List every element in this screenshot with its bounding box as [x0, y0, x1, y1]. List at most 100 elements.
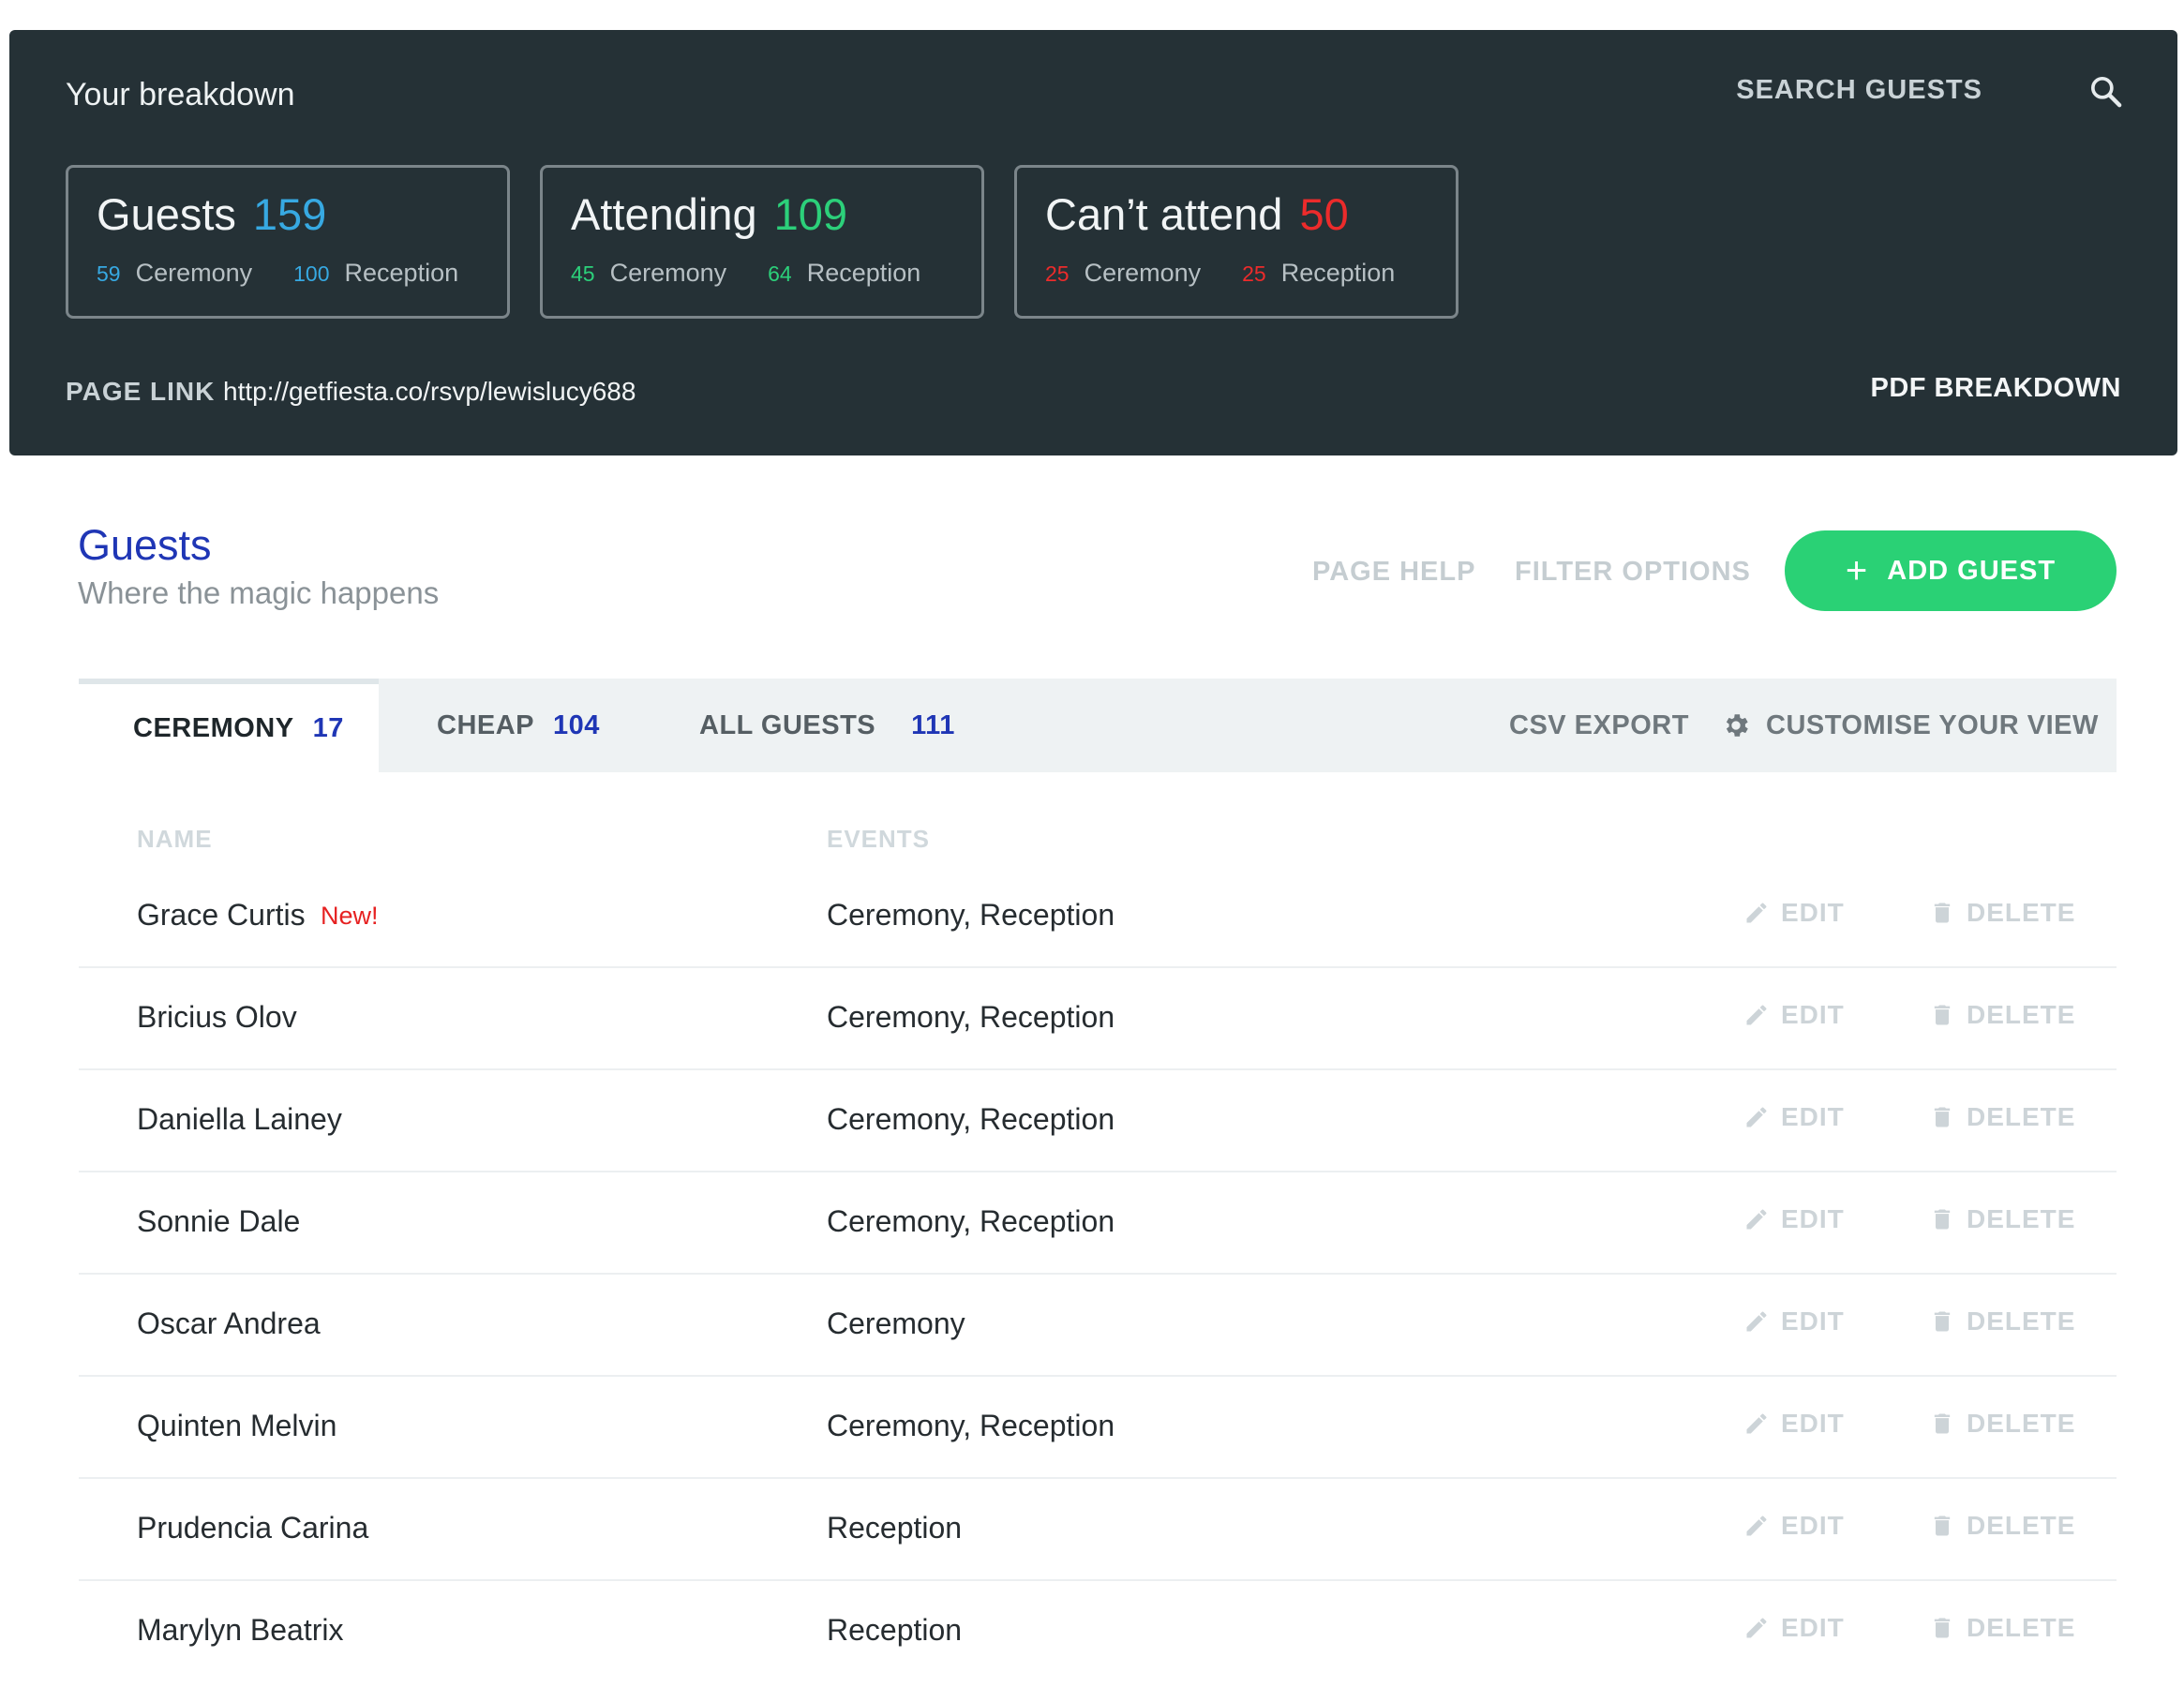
- trash-icon: [1934, 1413, 1951, 1434]
- search-guests-link[interactable]: SEARCH GUESTS: [1736, 75, 1982, 106]
- csv-export-button[interactable]: CSV EXPORT: [1509, 679, 1689, 772]
- delete-label: DELETE: [1967, 898, 2076, 927]
- tab-ceremony[interactable]: CEREMONY 17: [79, 679, 379, 772]
- delete-button[interactable]: DELETE: [1929, 1409, 2075, 1439]
- stat-card-count: 50: [1299, 189, 1349, 239]
- delete-label: DELETE: [1967, 1409, 2076, 1438]
- stat-card-title: Attending: [571, 189, 757, 239]
- trash-icon: [1934, 1515, 1951, 1536]
- edit-button[interactable]: EDIT: [1743, 898, 1845, 928]
- pencil-icon: [1746, 1618, 1767, 1638]
- guest-events: Ceremony, Reception: [827, 1204, 1115, 1238]
- pencil-icon: [1746, 903, 1767, 923]
- stat-card-attending: Attending 109 45 Ceremony 64 Reception: [540, 165, 984, 319]
- ceremony-count: 45: [571, 261, 595, 286]
- tab-all-guests[interactable]: ALL GUESTS 111: [699, 679, 955, 772]
- guest-name: Oscar Andrea: [137, 1306, 321, 1340]
- guest-name: Prudencia Carina: [137, 1511, 369, 1545]
- stat-card-title: Guests: [97, 189, 236, 239]
- pencil-icon: [1746, 1005, 1767, 1025]
- delete-button[interactable]: DELETE: [1929, 1204, 2075, 1234]
- trash-icon: [1934, 903, 1951, 923]
- tab-label: ALL GUESTS: [699, 709, 876, 740]
- search-icon[interactable]: [2087, 73, 2125, 111]
- trash-icon: [1934, 1107, 1951, 1127]
- edit-button[interactable]: EDIT: [1743, 1306, 1845, 1336]
- table-row[interactable]: Bricius Olov Ceremony, Reception EDIT DE…: [79, 968, 2117, 1070]
- csv-export-label: CSV EXPORT: [1509, 709, 1689, 740]
- pencil-icon: [1746, 1209, 1767, 1230]
- delete-label: DELETE: [1967, 1613, 2076, 1642]
- delete-button[interactable]: DELETE: [1929, 1613, 2075, 1643]
- trash-icon: [1934, 1618, 1951, 1638]
- customise-view-label: CUSTOMISE YOUR VIEW: [1766, 709, 2099, 740]
- stat-card-cant-attend: Can’t attend 50 25 Ceremony 25 Reception: [1014, 165, 1458, 319]
- delete-button[interactable]: DELETE: [1929, 898, 2075, 928]
- column-header-name[interactable]: NAME: [137, 825, 213, 854]
- add-guest-button[interactable]: + ADD GUEST: [1785, 530, 2117, 611]
- pdf-breakdown-link[interactable]: PDF BREAKDOWN: [1871, 373, 2122, 404]
- tabs-bar: CEREMONY 17 CHEAP 104 ALL GUESTS 111 CSV…: [79, 679, 2117, 772]
- reception-count: 100: [293, 261, 330, 286]
- tab-cheap[interactable]: CHEAP 104: [437, 679, 600, 772]
- edit-button[interactable]: EDIT: [1743, 1204, 1845, 1234]
- table-row[interactable]: Sonnie Dale Ceremony, Reception EDIT DEL…: [79, 1172, 2117, 1275]
- guest-events: Ceremony, Reception: [827, 1102, 1115, 1136]
- reception-label: Reception: [1280, 259, 1396, 287]
- page-link-url[interactable]: http://getfiesta.co/rsvp/lewislucy688: [223, 377, 636, 407]
- table-row[interactable]: Grace Curtis New! Ceremony, Reception ED…: [79, 866, 2117, 968]
- edit-button[interactable]: EDIT: [1743, 1102, 1845, 1132]
- page-link-label: PAGE LINK: [66, 377, 216, 406]
- ceremony-count: 25: [1045, 261, 1070, 286]
- reception-label: Reception: [806, 259, 921, 287]
- delete-button[interactable]: DELETE: [1929, 1511, 2075, 1541]
- delete-button[interactable]: DELETE: [1929, 1306, 2075, 1336]
- stat-cards: Guests 159 59 Ceremony 100 Reception Att…: [66, 165, 1458, 319]
- delete-button[interactable]: DELETE: [1929, 1102, 2075, 1132]
- guest-events: Ceremony, Reception: [827, 1000, 1115, 1034]
- page-help-link[interactable]: PAGE HELP: [1312, 557, 1475, 588]
- edit-button[interactable]: EDIT: [1743, 1000, 1845, 1030]
- edit-label: EDIT: [1781, 1613, 1845, 1642]
- edit-button[interactable]: EDIT: [1743, 1613, 1845, 1643]
- guest-events: Ceremony, Reception: [827, 1409, 1115, 1442]
- edit-label: EDIT: [1781, 1409, 1845, 1438]
- guest-table: Grace Curtis New! Ceremony, Reception ED…: [79, 866, 2117, 1683]
- filter-options-link[interactable]: FILTER OPTIONS: [1515, 557, 1751, 588]
- edit-label: EDIT: [1781, 898, 1845, 927]
- delete-label: DELETE: [1967, 1000, 2076, 1029]
- stat-card-title: Can’t attend: [1045, 189, 1283, 239]
- edit-label: EDIT: [1781, 1102, 1845, 1131]
- table-row[interactable]: Prudencia Carina Reception EDIT DELETE: [79, 1479, 2117, 1581]
- ceremony-label: Ceremony: [609, 259, 727, 287]
- tab-count: 17: [312, 712, 344, 743]
- pencil-icon: [1746, 1413, 1767, 1434]
- guest-name: Marylyn Beatrix: [137, 1613, 344, 1647]
- ceremony-label: Ceremony: [1084, 259, 1202, 287]
- trash-icon: [1934, 1311, 1951, 1332]
- table-row[interactable]: Marylyn Beatrix Reception EDIT DELETE: [79, 1581, 2117, 1683]
- tab-label: CEREMONY: [133, 712, 294, 743]
- edit-label: EDIT: [1781, 1000, 1845, 1029]
- delete-label: DELETE: [1967, 1204, 2076, 1233]
- new-badge: New!: [321, 902, 379, 930]
- customise-view-button[interactable]: CUSTOMISE YOUR VIEW: [1721, 679, 2099, 772]
- guest-events: Reception: [827, 1511, 963, 1545]
- guest-name: Grace Curtis: [137, 898, 306, 932]
- pencil-icon: [1746, 1311, 1767, 1332]
- plus-icon: +: [1845, 550, 1869, 591]
- page-title: Guests: [78, 521, 212, 569]
- pencil-icon: [1746, 1515, 1767, 1536]
- tab-count: 104: [553, 709, 600, 740]
- edit-button[interactable]: EDIT: [1743, 1511, 1845, 1541]
- stat-card-guests: Guests 159 59 Ceremony 100 Reception: [66, 165, 510, 319]
- table-row[interactable]: Quinten Melvin Ceremony, Reception EDIT …: [79, 1377, 2117, 1479]
- edit-button[interactable]: EDIT: [1743, 1409, 1845, 1439]
- table-row[interactable]: Oscar Andrea Ceremony EDIT DELETE: [79, 1275, 2117, 1377]
- reception-count: 64: [768, 261, 792, 286]
- delete-button[interactable]: DELETE: [1929, 1000, 2075, 1030]
- column-header-events[interactable]: EVENTS: [827, 825, 930, 854]
- breakdown-panel: Your breakdown SEARCH GUESTS Guests 159 …: [9, 30, 2177, 455]
- guest-name: Bricius Olov: [137, 1000, 297, 1034]
- table-row[interactable]: Daniella Lainey Ceremony, Reception EDIT…: [79, 1070, 2117, 1172]
